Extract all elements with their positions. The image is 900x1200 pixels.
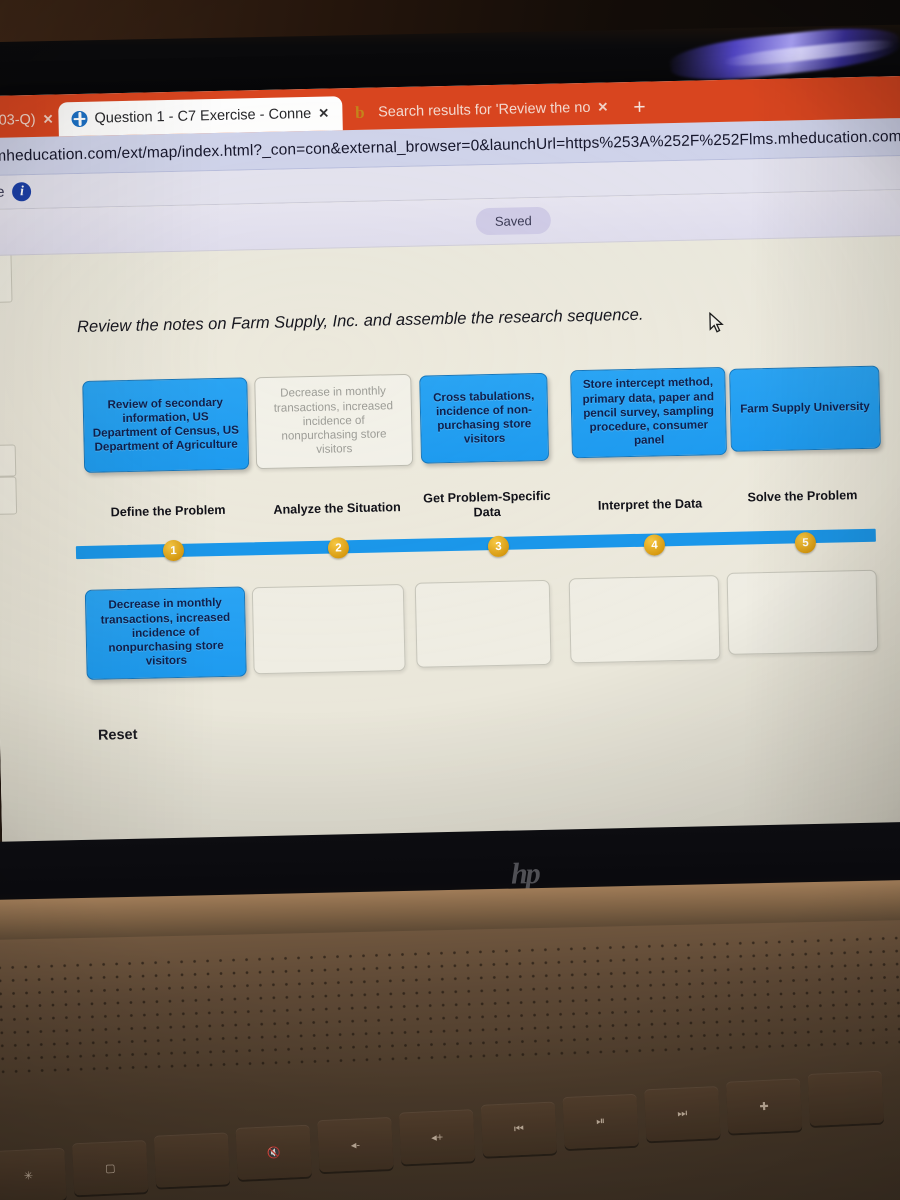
browser-tab-2-close-icon[interactable]: ✕ <box>597 99 608 115</box>
page-content: Saved He Review the notes on Farm Supply… <box>0 189 900 856</box>
source-card-1-text: Decrease in monthly transactions, increa… <box>273 384 394 457</box>
key-f3[interactable]: ✳ <box>0 1147 67 1200</box>
drop-slot-1[interactable] <box>251 584 406 675</box>
step-label-0-text: Define the Problem <box>110 502 226 520</box>
browser-tab-0-title: 303-Q) <box>0 111 36 129</box>
browser-tab-1-close-icon[interactable]: ✕ <box>318 106 329 122</box>
step-label-1-text: Analyze the Situation <box>273 500 401 517</box>
key-f10[interactable]: ⏯ <box>562 1093 639 1150</box>
browser-tab-0[interactable]: 303-Q) ✕ <box>0 102 59 138</box>
laptop-photo: 303-Q) ✕ Question 1 - C7 Exercise - Conn… <box>0 0 900 1200</box>
page-background <box>0 189 900 856</box>
browser-tab-1[interactable]: Question 1 - C7 Exercise - Conne ✕ <box>58 96 343 137</box>
source-card-0[interactable]: Review of secondary information, US Depa… <box>82 377 250 473</box>
source-card-3-text: Store intercept method, primary data, pa… <box>582 375 715 448</box>
browser-tab-2[interactable]: b Search results for 'Review the no ✕ <box>342 90 622 130</box>
key-f8[interactable]: ◂+ <box>399 1109 476 1165</box>
drop-slot-3[interactable] <box>568 575 721 664</box>
source-card-3[interactable]: Store intercept method, primary data, pa… <box>570 366 728 459</box>
key-f5[interactable] <box>153 1132 231 1188</box>
drop-slot-0-text: Decrease in monthly transactions, increa… <box>100 596 231 669</box>
source-card-4-text: Farm Supply University <box>740 400 870 416</box>
left-edge-panel-mid2 <box>0 476 18 516</box>
browser-tab-0-close-icon[interactable]: ✕ <box>42 112 53 128</box>
reset-button[interactable]: Reset <box>98 727 138 744</box>
left-edge-panel-mid <box>0 444 17 478</box>
key-f11[interactable]: ⏭ <box>644 1086 721 1142</box>
progress-node-3-number: 3 <box>495 540 502 553</box>
source-card-1[interactable]: Decrease in monthly transactions, increa… <box>254 373 414 470</box>
bookmark-item[interactable]: e <box>0 184 5 201</box>
progress-node-1-number: 1 <box>170 544 177 557</box>
status-badge-saved: Saved <box>475 206 552 236</box>
info-icon[interactable]: i <box>12 182 32 202</box>
drop-slot-4[interactable] <box>726 569 879 655</box>
browser-tab-1-title: Question 1 - C7 Exercise - Conne <box>94 105 312 127</box>
key-extra[interactable] <box>807 1070 884 1126</box>
source-card-2-text: Cross tabulations, incidence of non-purc… <box>432 388 535 446</box>
step-label-2: Get Problem-Specific Data <box>417 489 558 522</box>
key-f6[interactable]: 🔇 <box>235 1124 312 1180</box>
step-label-4-text: Solve the Problem <box>747 488 858 505</box>
progress-node-4-number: 4 <box>651 538 658 552</box>
laptop-screen: 303-Q) ✕ Question 1 - C7 Exercise - Conn… <box>0 75 900 856</box>
mouse-cursor-icon <box>709 311 724 333</box>
key-f9[interactable]: ⏮ <box>480 1101 558 1157</box>
key-f12[interactable]: ✚ <box>725 1078 803 1134</box>
source-card-2[interactable]: Cross tabulations, incidence of non-purc… <box>419 372 550 464</box>
step-label-3-text: Interpret the Data <box>597 496 703 513</box>
bing-b-icon: b <box>354 102 365 122</box>
progress-node-2-number: 2 <box>335 541 342 554</box>
source-card-4[interactable]: Farm Supply University <box>729 365 881 452</box>
key-f4[interactable]: ▢ <box>72 1140 149 1196</box>
new-tab-button[interactable]: + <box>621 95 658 124</box>
progress-node-5-number: 5 <box>802 536 809 549</box>
step-label-2-text: Get Problem-Specific Data <box>423 488 551 520</box>
drop-slot-0[interactable]: Decrease in monthly transactions, increa… <box>84 586 247 680</box>
key-f7[interactable]: ◂- <box>317 1116 394 1173</box>
source-card-0-text: Review of secondary information, US Depa… <box>92 395 240 454</box>
browser-tab-2-title: Search results for 'Review the no <box>377 99 591 121</box>
drop-slot-2[interactable] <box>414 579 552 668</box>
globe-icon <box>71 110 88 128</box>
